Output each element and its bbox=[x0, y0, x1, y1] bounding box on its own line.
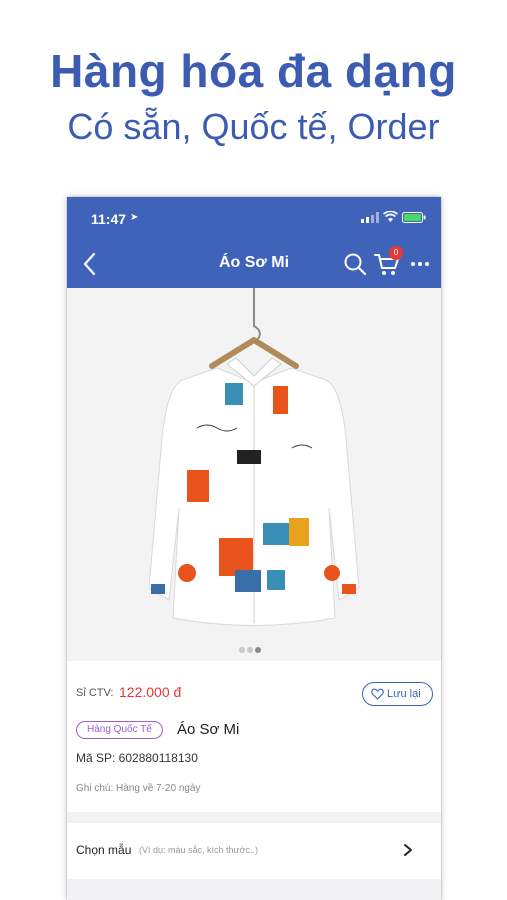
battery-icon bbox=[402, 212, 426, 223]
location-arrow-icon: ➤ bbox=[130, 212, 139, 223]
product-sku: Mã SP: 602880118130 bbox=[76, 751, 198, 765]
gallery-dot[interactable] bbox=[247, 647, 253, 653]
product-image[interactable] bbox=[67, 288, 441, 661]
cart-count-badge: 0 bbox=[389, 246, 403, 260]
product-note: Ghi chú: Hàng về 7-20 ngày bbox=[76, 783, 201, 794]
promo-subheadline: Có sẵn, Quốc tế, Order bbox=[67, 106, 440, 147]
status-time: 11:47 bbox=[91, 211, 127, 227]
choose-variant-label: Chọn mẫu bbox=[76, 843, 132, 857]
product-info: Sỉ CTV: 122.000 đ Lưu lại Hàng Quốc Tế Á… bbox=[67, 661, 441, 812]
gallery-pagination bbox=[239, 640, 263, 653]
nav-bar: Áo Sơ Mi 0 bbox=[67, 241, 441, 288]
heart-icon bbox=[371, 688, 384, 700]
phone-screen: 11:47 ➤ Áo Sơ Mi 0 Sỉ CTV: 122.000 đ Lưu… bbox=[67, 197, 441, 900]
choose-variant-hint: (Ví dụ: màu sắc, kích thước..) bbox=[139, 845, 258, 855]
status-bar: 11:47 ➤ bbox=[67, 197, 441, 241]
price-value: 122.000 đ bbox=[119, 684, 182, 700]
chevron-right-icon bbox=[404, 844, 412, 856]
price-label: Sỉ CTV: bbox=[76, 687, 114, 699]
shirt-illustration bbox=[148, 357, 360, 626]
save-button[interactable]: Lưu lại bbox=[362, 682, 433, 706]
search-button[interactable] bbox=[343, 252, 367, 276]
promo-headline: Hàng hóa đa dạng bbox=[50, 45, 457, 97]
international-badge: Hàng Quốc Tế bbox=[76, 721, 163, 739]
choose-variant-row[interactable]: Chọn mẫu (Ví dụ: màu sắc, kích thước..) bbox=[67, 823, 441, 879]
more-options-button[interactable] bbox=[409, 253, 431, 275]
signal-icon bbox=[361, 212, 379, 223]
save-label: Lưu lại bbox=[387, 688, 421, 700]
gallery-dot[interactable] bbox=[239, 647, 245, 653]
product-name: Áo Sơ Mi bbox=[177, 721, 240, 738]
gallery-dot-active[interactable] bbox=[255, 647, 261, 653]
wifi-icon bbox=[383, 211, 398, 222]
